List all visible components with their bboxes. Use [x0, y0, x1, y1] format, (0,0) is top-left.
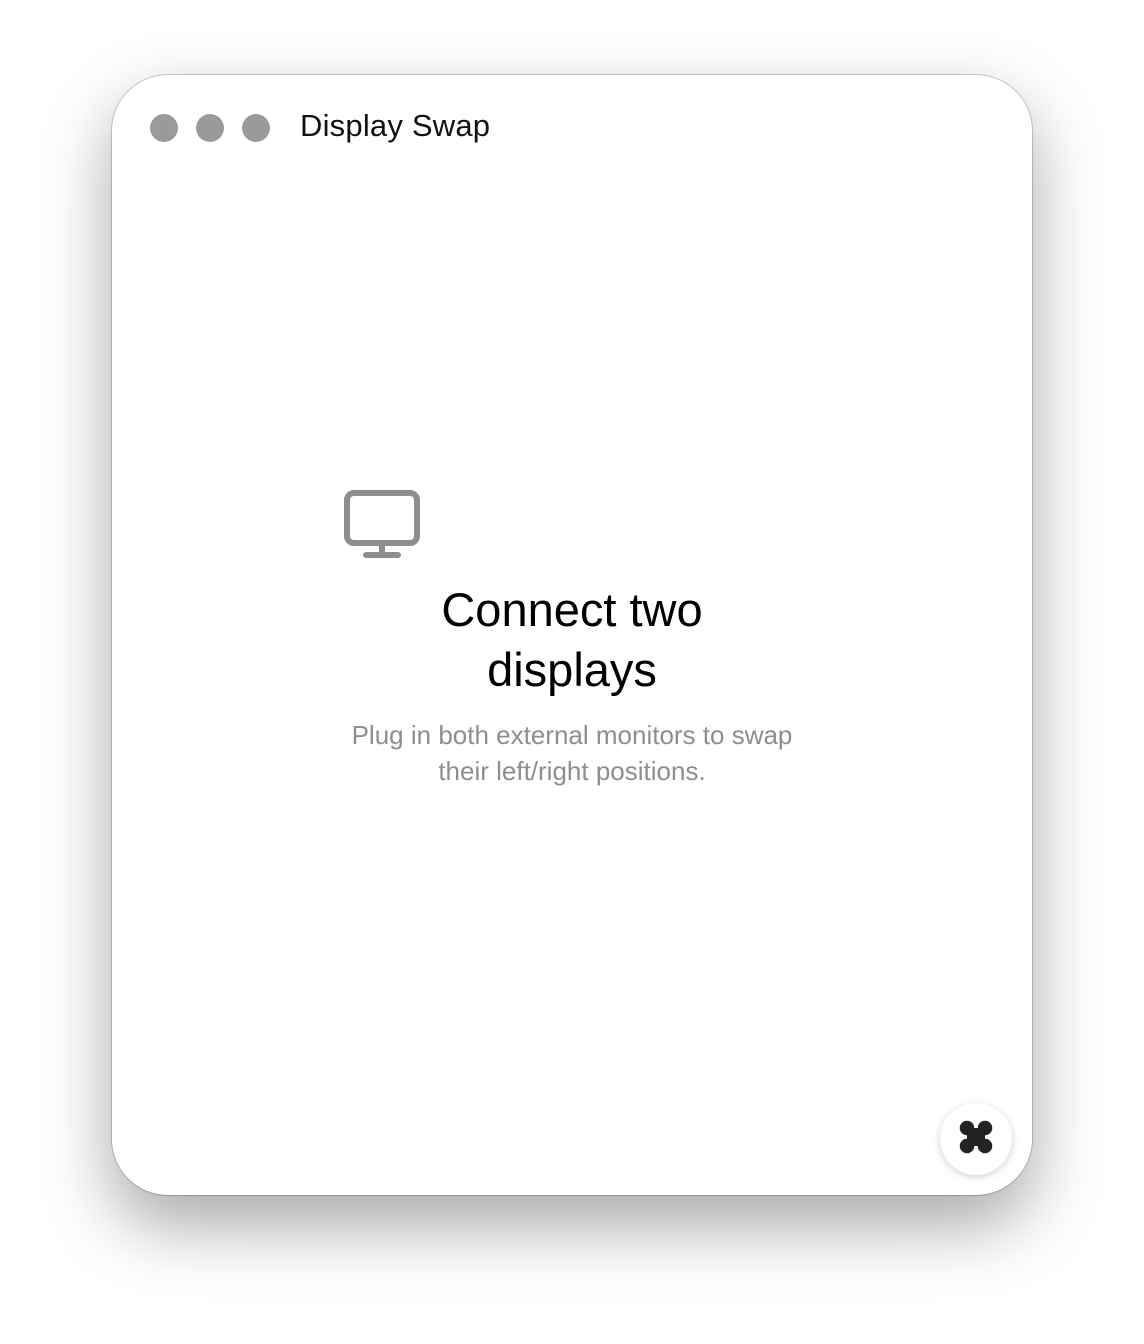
app-window: Display Swap Connect two displays Plug i…	[112, 75, 1032, 1195]
monitor-icon	[344, 490, 420, 560]
command-icon	[958, 1119, 994, 1160]
title-bar[interactable]: Display Swap	[112, 75, 1032, 185]
empty-state-subtitle: Plug in both external monitors to swap t…	[351, 720, 793, 786]
zoom-button[interactable]	[242, 114, 270, 142]
minimize-button[interactable]	[196, 114, 224, 142]
empty-state-title: Connect two displays	[441, 583, 703, 696]
command-button[interactable]	[940, 1103, 1012, 1175]
close-button[interactable]	[150, 114, 178, 142]
window-title: Display Swap	[300, 108, 491, 143]
